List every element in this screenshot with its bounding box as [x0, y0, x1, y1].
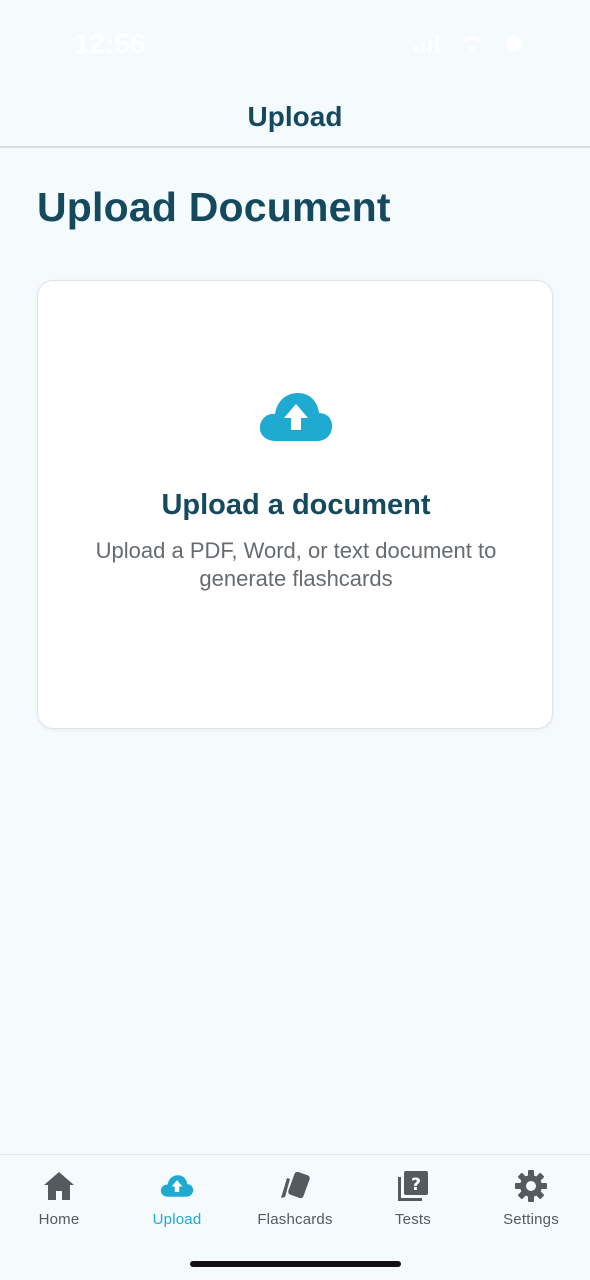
home-indicator	[190, 1261, 401, 1267]
status-icons	[414, 33, 524, 53]
cloud-upload-icon	[160, 1169, 194, 1203]
tab-settings-label: Settings	[503, 1211, 559, 1228]
tab-home-label: Home	[38, 1211, 80, 1228]
upload-document-card[interactable]: Upload a document Upload a PDF, Word, or…	[37, 280, 553, 729]
tab-settings[interactable]: Settings	[472, 1165, 590, 1231]
status-time: 12:56	[74, 28, 146, 59]
battery-icon	[504, 33, 524, 53]
tab-upload[interactable]: Upload	[118, 1165, 236, 1231]
upload-heading: Upload a document	[161, 489, 431, 521]
tab-tests-label: Tests	[394, 1211, 431, 1228]
navigation-header: Upload	[0, 88, 590, 148]
tab-flashcards[interactable]: Flashcards	[236, 1165, 354, 1231]
home-icon	[42, 1169, 76, 1203]
cloud-upload-icon	[258, 391, 334, 443]
svg-text:?: ?	[411, 1175, 421, 1195]
upload-screen: 12:56 Upload Upload Document Upload a do…	[0, 0, 590, 1280]
tab-flashcards-label: Flashcards	[257, 1211, 333, 1228]
nav-title: Upload	[247, 101, 343, 132]
gear-icon	[514, 1169, 548, 1203]
signal-icon	[414, 34, 440, 52]
tab-home[interactable]: Home	[0, 1165, 118, 1231]
page-title: Upload Document	[37, 184, 391, 230]
tab-tests[interactable]: ? Tests	[354, 1165, 472, 1231]
cards-icon	[278, 1169, 312, 1203]
upload-description: Upload a PDF, Word, or text document to …	[95, 538, 497, 591]
status-bar: 12:56	[0, 0, 590, 88]
tab-upload-label: Upload	[152, 1211, 202, 1228]
wifi-icon	[460, 34, 484, 52]
quiz-icon: ?	[396, 1169, 430, 1203]
